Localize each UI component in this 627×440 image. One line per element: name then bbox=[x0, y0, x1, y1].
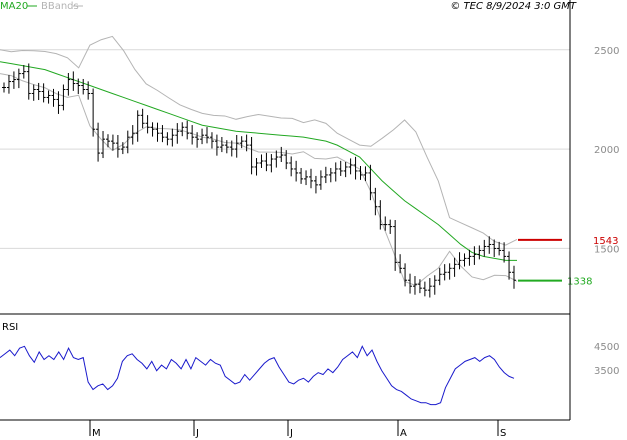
rsi-axis-ticks: 4500 3500 bbox=[594, 342, 619, 377]
legend: MA20 BBands bbox=[0, 1, 83, 12]
price-panel: 15431338 250020001500 bbox=[0, 35, 619, 298]
copyright-text: © TEC 8/9/2024 3:0 GMT bbox=[450, 1, 577, 12]
chart-frame bbox=[0, 0, 571, 421]
x-tick-label: J bbox=[289, 428, 293, 439]
bband-upper bbox=[0, 35, 518, 246]
ohlc-bars bbox=[2, 63, 516, 298]
rsi-path bbox=[0, 345, 515, 406]
price-tick-label: 2000 bbox=[594, 145, 619, 156]
rsi-panel: 4500 3500 bbox=[0, 342, 619, 406]
rsi-label: RSI bbox=[2, 322, 18, 333]
technical-chart: 15431338 250020001500 45003500 MJJAS MA2… bbox=[0, 0, 619, 439]
price-tick-label: 2500 bbox=[594, 46, 619, 57]
legend-ma20-label: MA20 bbox=[0, 1, 28, 12]
x-tick-label: J bbox=[195, 428, 199, 439]
rsi-line bbox=[0, 345, 515, 406]
ma20-line bbox=[0, 61, 517, 261]
price-axis-ticks: 2500 2000 1500 bbox=[594, 46, 619, 256]
rsi-tick-label: 3500 bbox=[594, 366, 619, 377]
price-grid bbox=[0, 49, 570, 249]
rsi-tick-label: 4500 bbox=[594, 342, 619, 353]
ma20-path bbox=[0, 61, 517, 261]
x-tick-label: S bbox=[500, 428, 506, 439]
price-tick-label: 1500 bbox=[594, 244, 619, 255]
support-label: 1338 bbox=[567, 277, 592, 288]
x-tick-label: A bbox=[400, 428, 407, 439]
x-tick-label: M bbox=[92, 428, 101, 439]
x-axis-labels: MJJAS bbox=[89, 420, 506, 439]
bband-lower bbox=[0, 73, 518, 287]
